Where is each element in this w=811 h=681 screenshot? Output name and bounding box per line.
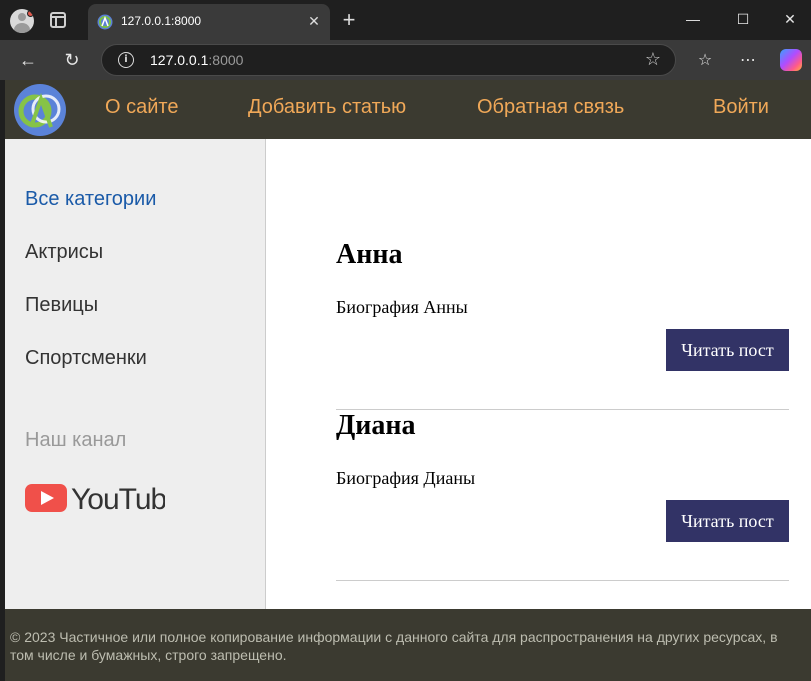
browser-toolbar: ← ↻ i 127.0.0.1:8000 ☆ ☆ ⋯ xyxy=(0,40,811,80)
main-content: Анна Биография Анны Читать пост Диана Би… xyxy=(266,139,811,609)
youtube-logo-icon[interactable]: YouTube xyxy=(25,481,165,515)
page-viewport: О сайте Добавить статью Обратная связь В… xyxy=(5,80,811,681)
post-excerpt: Биография Дианы xyxy=(336,468,476,488)
post-title: Анна xyxy=(336,239,403,270)
favorites-icon[interactable]: ☆ xyxy=(693,48,717,72)
url-port: :8000 xyxy=(208,52,244,68)
tab-actions-icon[interactable] xyxy=(50,12,66,28)
copilot-icon[interactable] xyxy=(780,49,802,71)
post-excerpt: Биография Анны xyxy=(336,297,468,317)
channel-label: Наш канал xyxy=(25,429,127,451)
category-singers[interactable]: Певицы xyxy=(25,294,98,317)
sidebar: Все категории Актрисы Певицы Спортсменки… xyxy=(5,139,266,609)
url-host: 127.0.0.1 xyxy=(150,52,209,68)
menu-link-about[interactable]: О сайте xyxy=(105,96,178,119)
address-bar[interactable]: i 127.0.0.1:8000 ☆ xyxy=(101,44,676,76)
tab-close-icon[interactable]: ✕ xyxy=(304,11,324,31)
footer-copyright: © 2023 Частичное или полное копирование … xyxy=(10,629,778,663)
reload-button[interactable]: ↻ xyxy=(60,48,84,72)
minimize-button[interactable]: — xyxy=(681,8,705,30)
read-post-button[interactable]: Читать пост xyxy=(666,500,789,542)
browser-tab-strip: 127.0.0.1:8000 ✕ + — ☐ ✕ xyxy=(0,0,811,40)
add-favorite-icon[interactable]: ☆ xyxy=(642,49,664,71)
youtube-wordmark: YouTube xyxy=(71,483,165,515)
tab-title: 127.0.0.1:8000 xyxy=(121,14,202,28)
tab-favicon-icon xyxy=(97,14,113,30)
more-menu-icon[interactable]: ⋯ xyxy=(736,48,760,72)
site-header: О сайте Добавить статью Обратная связь В… xyxy=(5,80,811,139)
address-url: 127.0.0.1:8000 xyxy=(150,52,243,68)
category-actresses[interactable]: Актрисы xyxy=(25,241,103,264)
category-all[interactable]: Все категории xyxy=(25,188,156,211)
back-button[interactable]: ← xyxy=(16,48,40,72)
menu-link-feedback[interactable]: Обратная связь xyxy=(477,96,624,119)
site-logo-icon[interactable] xyxy=(13,83,67,137)
maximize-button[interactable]: ☐ xyxy=(731,8,755,30)
read-post-button[interactable]: Читать пост xyxy=(666,329,789,371)
site-info-icon[interactable]: i xyxy=(118,52,134,68)
category-sportswomen[interactable]: Спортсменки xyxy=(25,347,147,370)
menu-link-login[interactable]: Войти xyxy=(713,96,769,119)
close-window-button[interactable]: ✕ xyxy=(778,8,802,30)
menu-link-add-article[interactable]: Добавить статью xyxy=(248,96,406,119)
profile-avatar-icon[interactable] xyxy=(10,9,34,33)
browser-tab[interactable]: 127.0.0.1:8000 ✕ xyxy=(88,4,330,40)
post-title: Диана xyxy=(336,410,416,441)
new-tab-button[interactable]: + xyxy=(338,9,360,31)
post-card: Анна Биография Анны Читать пост xyxy=(336,239,789,410)
site-footer: © 2023 Частичное или полное копирование … xyxy=(5,609,811,681)
post-card: Диана Биография Дианы Читать пост xyxy=(336,410,789,581)
